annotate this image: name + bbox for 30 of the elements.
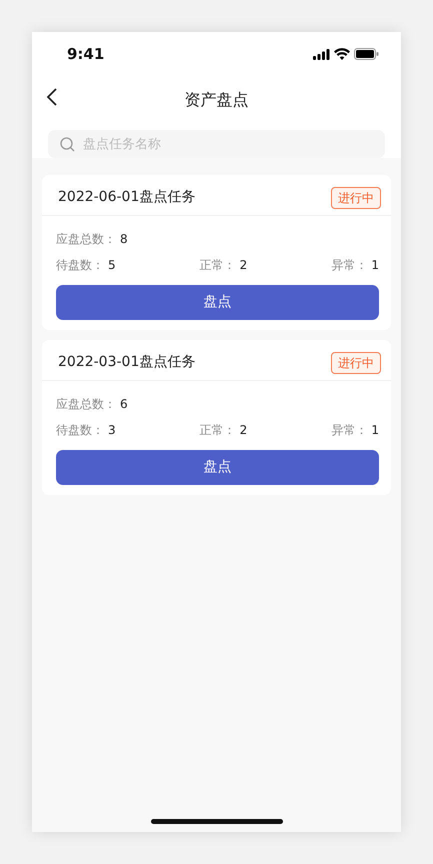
stat-value: 6: [120, 396, 128, 413]
task-title: 2022-03-01盘点任务: [58, 353, 196, 372]
search-field[interactable]: 盘点任务名称: [48, 130, 385, 158]
stat-label: 异常：: [331, 257, 368, 274]
back-button[interactable]: [46, 88, 57, 106]
count-button[interactable]: 盘点: [56, 285, 379, 320]
status-time: 9:41: [67, 44, 104, 65]
count-button[interactable]: 盘点: [56, 450, 379, 485]
wifi-icon: [334, 48, 350, 60]
stat-label: 正常：: [200, 257, 236, 274]
stat-label: 应盘总数：: [56, 231, 116, 248]
status-tag: 进行中: [331, 352, 381, 374]
stat-value: 2: [240, 422, 248, 439]
battery-icon: [354, 48, 379, 60]
stat-label: 异常：: [331, 422, 368, 439]
stat-value: 5: [108, 257, 116, 274]
back-icon: [46, 88, 57, 106]
stat-value: 1: [371, 257, 379, 274]
task-title: 2022-06-01盘点任务: [58, 188, 196, 207]
stat-label: 正常：: [200, 422, 236, 439]
stat-value: 3: [108, 422, 116, 439]
stat-label: 待盘数：: [56, 422, 104, 439]
page-title: 资产盘点: [184, 89, 248, 111]
stat-label: 待盘数：: [56, 257, 104, 274]
status-tag: 进行中: [331, 187, 381, 209]
stat-value: 2: [240, 257, 248, 274]
signal-icon: [313, 48, 330, 60]
stat-value: 1: [371, 422, 379, 439]
stat-label: 应盘总数：: [56, 396, 116, 413]
stat-value: 8: [120, 231, 128, 248]
